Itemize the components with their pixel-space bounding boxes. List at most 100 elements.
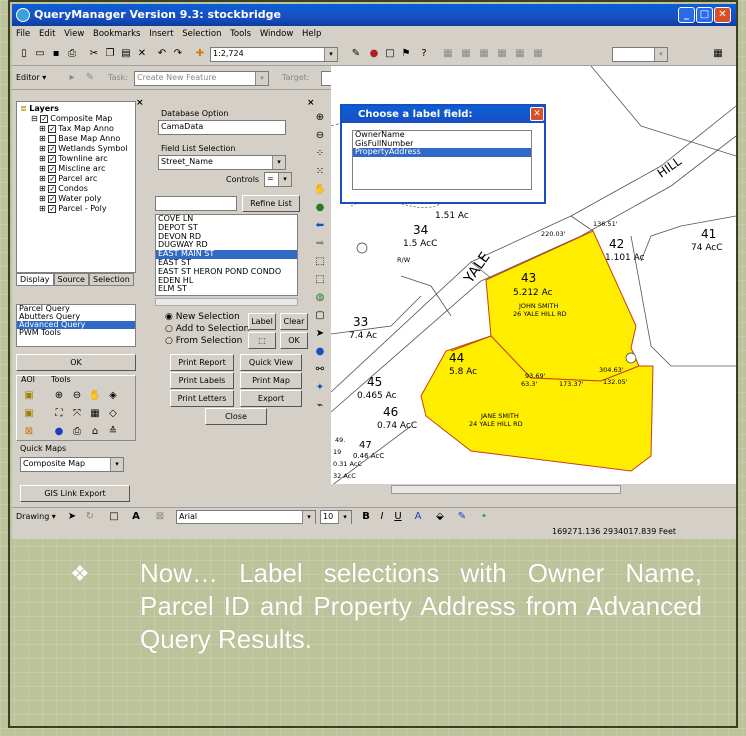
- close-panel-button[interactable]: Close: [205, 408, 267, 425]
- layer-item[interactable]: ⊞ ✓ Water poly: [39, 194, 101, 204]
- arctoolbox-icon[interactable]: ●: [366, 46, 382, 62]
- zoom-combo[interactable]: ▾: [612, 47, 668, 62]
- layout-icon-1[interactable]: ▦: [440, 46, 456, 62]
- rectangle-icon[interactable]: ▢: [312, 308, 328, 324]
- undo-icon[interactable]: ↶: [154, 46, 170, 62]
- identify-icon[interactable]: ◈: [105, 388, 121, 404]
- radio-add-selection[interactable]: ○ Add to Selection: [165, 324, 249, 334]
- font-combo[interactable]: Arial ▾: [176, 510, 316, 524]
- export-button[interactable]: Export: [240, 390, 302, 407]
- layer-item[interactable]: ⊞ Base Map Anno: [39, 134, 120, 144]
- layer-item[interactable]: ⊞ ✓ Townline arc: [39, 154, 108, 164]
- select-elements-icon[interactable]: ⬚: [312, 272, 328, 288]
- print-tool-icon[interactable]: ⎙: [69, 424, 85, 440]
- aoi-add-icon[interactable]: ▣: [21, 388, 37, 404]
- picture-icon[interactable]: ⊠: [152, 509, 168, 525]
- list-item-selected[interactable]: PropertyAddress: [353, 147, 531, 157]
- text-icon[interactable]: A: [128, 509, 144, 525]
- delete-icon[interactable]: ✕: [134, 46, 150, 62]
- aoi-remove-icon[interactable]: ▣: [21, 406, 37, 422]
- database-option-field[interactable]: CamaData: [158, 120, 286, 135]
- bold-icon[interactable]: B: [358, 509, 374, 525]
- aoi-clear-icon[interactable]: ⊠: [21, 424, 37, 440]
- copy-icon[interactable]: ❐: [102, 46, 118, 62]
- cut-icon[interactable]: ✂: [86, 46, 102, 62]
- gis-link-export-button[interactable]: GIS Link Export: [20, 485, 130, 502]
- font-color-icon[interactable]: A: [410, 509, 426, 525]
- pan-icon[interactable]: ✋: [87, 388, 103, 404]
- refine-list-button[interactable]: Refine List: [242, 195, 300, 212]
- italic-icon[interactable]: I: [374, 509, 390, 525]
- layout-icon-2[interactable]: ▦: [458, 46, 474, 62]
- print-letters-button[interactable]: Print Letters: [170, 390, 234, 407]
- tab-source[interactable]: Source: [53, 273, 89, 286]
- layer-item[interactable]: ⊞ ✓ Tax Map Anno: [39, 124, 114, 134]
- menu-help[interactable]: Help: [302, 29, 321, 39]
- layers-root[interactable]: ≣ Layers: [20, 104, 59, 114]
- window-icon[interactable]: □: [382, 46, 398, 62]
- pan-icon[interactable]: ✋: [312, 182, 328, 198]
- globe-icon[interactable]: ◍: [312, 290, 328, 306]
- print-report-button[interactable]: Print Report: [170, 354, 234, 371]
- radio-from-selection[interactable]: ○ From Selection: [165, 336, 242, 346]
- minimize-button[interactable]: _: [678, 7, 695, 23]
- print-icon[interactable]: ⎙: [64, 46, 80, 62]
- hyperlink-icon[interactable]: ⚑: [398, 46, 414, 62]
- full-extent-icon[interactable]: ⛶: [51, 406, 67, 422]
- layout-icon-5[interactable]: ▦: [512, 46, 528, 62]
- full-extent-icon[interactable]: ●: [312, 200, 328, 216]
- sketch-tool-icon[interactable]: ✎: [82, 70, 98, 86]
- redo-icon[interactable]: ↷: [170, 46, 186, 62]
- editor-toolbar-icon[interactable]: ✎: [348, 46, 364, 62]
- clear-button[interactable]: Clear: [280, 313, 308, 330]
- selection-ok-button[interactable]: OK: [280, 332, 308, 349]
- open-icon[interactable]: ▭: [32, 46, 48, 62]
- rotate-icon[interactable]: ↻: [82, 509, 98, 525]
- task-combo[interactable]: Create New Feature ▾: [134, 71, 269, 86]
- close-icon[interactable]: ×: [307, 98, 315, 108]
- home-icon[interactable]: ⌂: [87, 424, 103, 440]
- controls-combo[interactable]: = ▾: [264, 172, 292, 187]
- zoom-in-icon[interactable]: ⊕: [51, 388, 67, 404]
- new-icon[interactable]: ▯: [16, 46, 32, 62]
- zoom-in-icon[interactable]: ⊕: [312, 110, 328, 126]
- overflow-icon[interactable]: ▦: [710, 46, 726, 62]
- pointer-icon[interactable]: ➤: [312, 326, 328, 342]
- menu-bookmarks[interactable]: Bookmarks: [93, 29, 141, 39]
- info-icon[interactable]: ●: [51, 424, 67, 440]
- fixed-zoom-in-icon[interactable]: ⁘: [312, 146, 328, 162]
- menu-file[interactable]: File: [16, 29, 30, 39]
- quick-maps-combo[interactable]: Composite Map ▾: [20, 457, 124, 472]
- select-icon[interactable]: ▦: [87, 406, 103, 422]
- select-features-button[interactable]: ⬚: [248, 332, 276, 349]
- menu-window[interactable]: Window: [260, 29, 294, 39]
- print-labels-button[interactable]: Print Labels: [170, 372, 234, 389]
- paste-icon[interactable]: ▤: [118, 46, 134, 62]
- layer-item[interactable]: ⊞ ✓ Miscline arc: [39, 164, 105, 174]
- menu-selection[interactable]: Selection: [182, 29, 221, 39]
- list-item[interactable]: ELM ST: [156, 285, 297, 294]
- menu-tools[interactable]: Tools: [230, 29, 251, 39]
- scale-combo[interactable]: 1:2,724 ▾: [210, 47, 338, 62]
- radio-new-selection[interactable]: ◉ New Selection: [165, 312, 240, 322]
- select-elements-icon[interactable]: ➤: [64, 509, 80, 525]
- menu-view[interactable]: View: [64, 29, 84, 39]
- list-item[interactable]: PWM Tools: [17, 329, 135, 337]
- select-features-icon[interactable]: ⬚: [312, 254, 328, 270]
- close-icon[interactable]: ×: [136, 98, 144, 108]
- whats-this-icon[interactable]: ?: [416, 46, 432, 62]
- horizontal-scrollbar[interactable]: [155, 298, 298, 306]
- layers-tool-icon[interactable]: ≙: [105, 424, 121, 440]
- rectangle-icon[interactable]: □: [106, 509, 122, 525]
- layer-item[interactable]: ⊞ ✓ Wetlands Symbol: [39, 144, 128, 154]
- fixed-zoom-icon[interactable]: ⤧: [69, 406, 85, 422]
- back-icon[interactable]: ⬅: [312, 218, 328, 234]
- tab-selection[interactable]: Selection: [88, 273, 134, 286]
- layout-icon-4[interactable]: ▦: [494, 46, 510, 62]
- maximize-button[interactable]: □: [696, 7, 713, 23]
- edit-tool-icon[interactable]: ▸: [64, 70, 80, 86]
- tab-display[interactable]: Display: [16, 273, 54, 286]
- zoom-out-icon[interactable]: ⊖: [69, 388, 85, 404]
- save-icon[interactable]: ▪: [48, 46, 64, 62]
- editor-menu[interactable]: Editor ▾: [16, 73, 46, 82]
